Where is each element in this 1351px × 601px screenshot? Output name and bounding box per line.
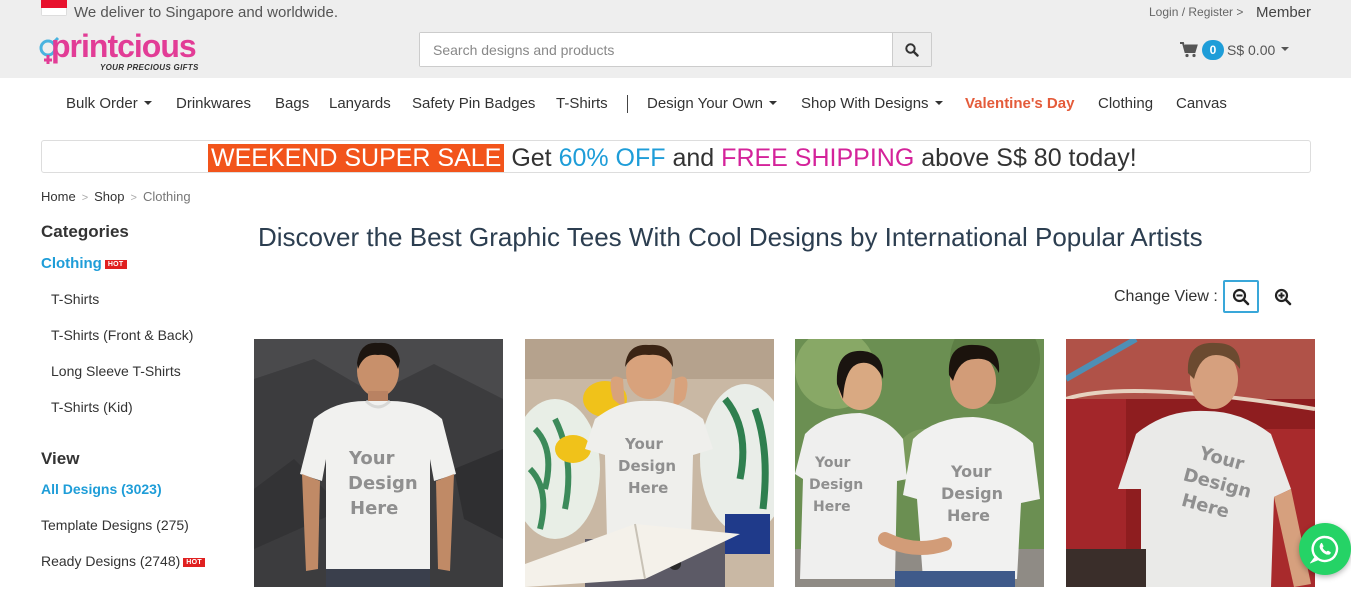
- breadcrumb-shop[interactable]: Shop: [94, 189, 124, 204]
- product-image-man-tee: Your Design Here: [254, 339, 503, 587]
- chevron-down-icon: [934, 101, 943, 106]
- svg-text:Design: Design: [618, 457, 676, 475]
- nav-lanyards[interactable]: Lanyards: [329, 95, 391, 112]
- view-template-designs[interactable]: Template Designs (275): [41, 517, 189, 533]
- svg-text:Design: Design: [809, 477, 863, 493]
- breadcrumb-current: Clothing: [142, 189, 191, 204]
- site-logo[interactable]: printcious YOUR PRECIOUS GIFTS: [38, 28, 238, 74]
- site-header: printcious YOUR PRECIOUS GIFTS 0 S$ 0.00: [0, 26, 1351, 78]
- nav-design-your-own[interactable]: Design Your Own: [647, 95, 777, 112]
- promo-free-shipping: FREE SHIPPING: [721, 144, 915, 172]
- svg-text:Here: Here: [947, 506, 990, 525]
- nav-drinkwares[interactable]: Drinkwares: [176, 95, 251, 112]
- zoom-out-icon: [1232, 288, 1250, 305]
- subcategory-t-shirts-front-back[interactable]: T-Shirts (Front & Back): [51, 327, 193, 343]
- hot-badge: HOT: [104, 259, 127, 269]
- product-card[interactable]: Your Design Here: [1066, 339, 1315, 587]
- svg-text:Design: Design: [941, 484, 1003, 503]
- chevron-down-icon: [143, 101, 152, 106]
- chevron-down-icon: [768, 101, 777, 106]
- hot-badge: HOT: [183, 557, 205, 567]
- svg-text:Here: Here: [350, 498, 398, 519]
- nav-clothing[interactable]: Clothing: [1098, 95, 1153, 112]
- breadcrumb: Home > Shop > Clothing: [41, 189, 191, 204]
- nav-canvas[interactable]: Canvas: [1176, 95, 1227, 112]
- nav-safety-pin-badges[interactable]: Safety Pin Badges: [412, 95, 535, 112]
- product-card[interactable]: Your Design Here: [254, 339, 503, 587]
- zoom-in-button[interactable]: [1272, 286, 1294, 308]
- promo-threshold: above S$ 80 today!: [921, 144, 1137, 172]
- chevron-down-icon: [1281, 47, 1290, 51]
- search-button[interactable]: [892, 33, 931, 66]
- view-all-designs[interactable]: All Designs (3023): [41, 481, 162, 497]
- svg-text:Your: Your: [624, 435, 663, 453]
- view-heading: View: [41, 449, 80, 468]
- nav-shop-with-designs[interactable]: Shop With Designs: [801, 95, 943, 112]
- main-navigation: Bulk Order Drinkwares Bags Lanyards Safe…: [0, 78, 1351, 132]
- cart-total: S$ 0.00: [1227, 42, 1276, 58]
- logo-tagline: YOUR PRECIOUS GIFTS: [100, 63, 199, 72]
- promo-and: and: [672, 144, 715, 172]
- zoom-out-button[interactable]: [1223, 280, 1259, 313]
- cart-widget[interactable]: 0 S$ 0.00: [1180, 40, 1290, 60]
- product-image-kid-tee: Your Design Here: [525, 339, 774, 587]
- whatsapp-icon: [1310, 535, 1339, 564]
- svg-text:Here: Here: [628, 479, 668, 497]
- breadcrumb-separator-icon: >: [81, 192, 89, 204]
- svg-text:Design: Design: [348, 473, 418, 494]
- subcategory-t-shirts[interactable]: T-Shirts: [51, 291, 99, 307]
- page-title: Discover the Best Graphic Tees With Cool…: [258, 222, 1203, 252]
- breadcrumb-home[interactable]: Home: [41, 189, 76, 204]
- svg-text:Your: Your: [950, 462, 992, 481]
- nav-bulk-order[interactable]: Bulk Order: [66, 95, 152, 112]
- nav-t-shirts[interactable]: T-Shirts: [556, 95, 608, 112]
- nav-bags[interactable]: Bags: [275, 95, 309, 112]
- shopping-cart-icon: [1180, 42, 1198, 58]
- product-image-man-red-seat-tee: Your Design Here: [1066, 339, 1315, 587]
- product-image-couple-tee: Your Design Here Your Design Here: [795, 339, 1044, 587]
- breadcrumb-separator-icon: >: [130, 192, 137, 204]
- categories-heading: Categories: [41, 222, 129, 241]
- subcategory-long-sleeve[interactable]: Long Sleeve T-Shirts: [51, 363, 181, 379]
- promo-sale-label: WEEKEND SUPER SALE: [208, 144, 505, 172]
- whatsapp-chat-button[interactable]: [1299, 523, 1351, 575]
- delivery-notice: We deliver to Singapore and worldwide.: [74, 4, 339, 21]
- category-clothing[interactable]: Clothing HOT: [41, 255, 127, 272]
- logo-wordmark: printcious: [51, 28, 197, 64]
- view-ready-designs[interactable]: Ready Designs (2748) HOT: [41, 553, 205, 569]
- svg-text:Your: Your: [348, 448, 395, 469]
- nav-divider: [627, 95, 628, 113]
- singapore-flag-icon: [41, 0, 67, 16]
- promo-discount: 60% OFF: [558, 144, 666, 172]
- top-info-bar: We deliver to Singapore and worldwide. L…: [0, 0, 1351, 26]
- member-link[interactable]: Member: [1256, 4, 1311, 21]
- promo-text: WEEKEND SUPER SALE Get 60% OFF and FREE …: [208, 144, 1137, 173]
- search-icon: [905, 42, 919, 57]
- search-bar: [419, 32, 932, 67]
- login-register-link[interactable]: Login / Register >: [1149, 5, 1243, 19]
- svg-text:Here: Here: [813, 499, 851, 515]
- svg-text:Your: Your: [814, 455, 850, 471]
- cart-count-badge: 0: [1202, 40, 1224, 60]
- zoom-in-icon: [1274, 288, 1292, 306]
- change-view-label: Change View :: [1114, 288, 1218, 305]
- nav-valentines-day[interactable]: Valentine's Day: [965, 95, 1074, 112]
- promo-banner[interactable]: WEEKEND SUPER SALE Get 60% OFF and FREE …: [41, 140, 1311, 173]
- product-card[interactable]: Your Design Here Your Design Here: [795, 339, 1044, 587]
- search-input[interactable]: [420, 33, 894, 66]
- promo-get: Get: [511, 144, 552, 172]
- product-card[interactable]: Your Design Here: [525, 339, 774, 587]
- subcategory-kid[interactable]: T-Shirts (Kid): [51, 399, 133, 415]
